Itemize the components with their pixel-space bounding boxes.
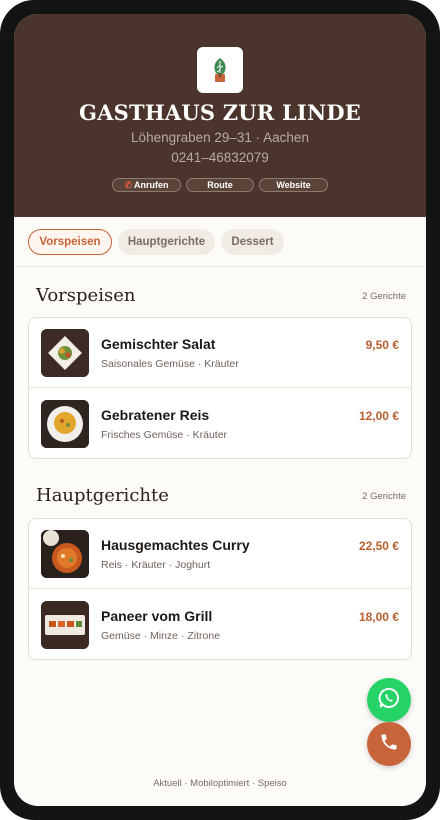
dish-description: Saisonales Gemüse · Kräuter	[101, 358, 239, 370]
whatsapp-button[interactable]	[367, 678, 411, 722]
route-button[interactable]: Route	[186, 178, 254, 192]
curry-photo	[41, 530, 89, 578]
menu-item[interactable]: Gebratener Reis Frisches Gemüse · Kräute…	[29, 389, 411, 459]
section-title: Hauptgerichte	[36, 485, 169, 506]
tree-logo-icon	[197, 47, 243, 93]
restaurant-phone: 0241–46832079	[171, 150, 269, 165]
footer-text: Aktuell · Mobiloptimiert · Speiso	[153, 778, 287, 789]
section-title: Vorspeisen	[36, 285, 136, 306]
dish-description: Reis · Kräuter · Joghurt	[101, 559, 211, 571]
whatsapp-icon	[377, 686, 401, 715]
dish-name: Gebratener Reis	[101, 407, 210, 423]
tab-hauptgerichte[interactable]: Hauptgerichte	[118, 229, 215, 255]
section-header-hauptgerichte: Hauptgerichte 2 Gerichte	[36, 485, 406, 509]
menu-item[interactable]: Paneer vom Grill Gemüse · Minze · Zitron…	[29, 590, 411, 660]
call-button-label: Anrufen	[134, 180, 169, 190]
header-actions: ✆ Anrufen Route Website	[14, 178, 426, 192]
section-header-vorspeisen: Vorspeisen 2 Gerichte	[36, 285, 406, 309]
tab-vorspeisen[interactable]: Vorspeisen	[28, 229, 112, 255]
section-count: 2 Gerichte	[362, 291, 406, 302]
dish-name: Paneer vom Grill	[101, 608, 213, 624]
call-fab-button[interactable]	[367, 722, 411, 766]
rice-photo	[41, 400, 89, 448]
dish-price: 18,00 €	[358, 610, 399, 624]
dish-price: 22,50 €	[358, 539, 399, 553]
dish-price: 9,50 €	[365, 338, 399, 352]
menu-item[interactable]: Gemischter Salat Saisonales Gemüse · Krä…	[29, 318, 411, 388]
category-tabs: Vorspeisen Hauptgerichte Dessert	[14, 217, 426, 267]
dish-description: Frisches Gemüse · Kräuter	[101, 429, 228, 441]
screen: GASTHAUS ZUR LINDE Löhengraben 29–31 · A…	[14, 14, 426, 806]
dish-description: Gemüse · Minze · Zitrone	[101, 630, 221, 642]
dish-price: 12,00 €	[358, 409, 399, 423]
restaurant-header: GASTHAUS ZUR LINDE Löhengraben 29–31 · A…	[14, 14, 426, 217]
phone-icon	[379, 732, 399, 757]
phone-frame: GASTHAUS ZUR LINDE Löhengraben 29–31 · A…	[0, 0, 440, 820]
section-count: 2 Gerichte	[362, 491, 406, 502]
menu-item[interactable]: Hausgemachtes Curry Reis · Kräuter · Jog…	[29, 519, 411, 589]
salad-photo	[41, 329, 89, 377]
tab-dessert[interactable]: Dessert	[221, 229, 284, 255]
phone-icon: ✆	[124, 179, 133, 190]
dish-name: Gemischter Salat	[101, 336, 216, 352]
paneer-photo	[41, 601, 89, 649]
call-button[interactable]: ✆ Anrufen	[112, 178, 181, 192]
restaurant-address: Löhengraben 29–31 · Aachen	[131, 130, 309, 145]
menu-card-hauptgerichte: Hausgemachtes Curry Reis · Kräuter · Jog…	[28, 518, 412, 660]
route-button-label: Route	[207, 180, 233, 190]
restaurant-name: GASTHAUS ZUR LINDE	[79, 100, 361, 125]
menu-card-vorspeisen: Gemischter Salat Saisonales Gemüse · Krä…	[28, 317, 412, 459]
website-button-label: Website	[276, 180, 311, 190]
dish-name: Hausgemachtes Curry	[101, 537, 250, 553]
website-button[interactable]: Website	[259, 178, 328, 192]
